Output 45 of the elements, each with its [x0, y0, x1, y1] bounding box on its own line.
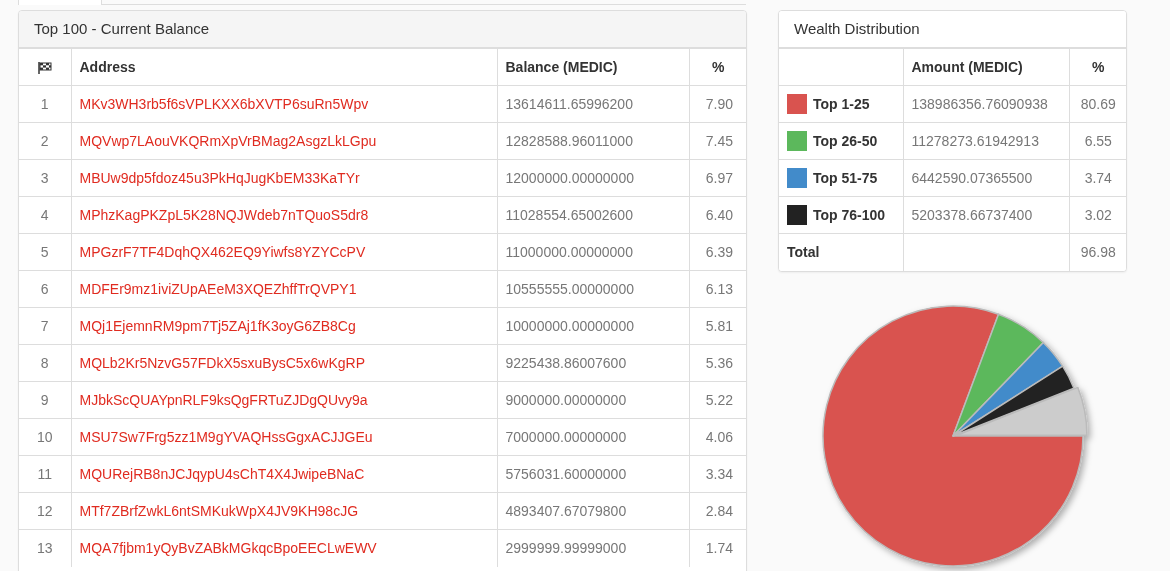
- rank-cell: 3: [19, 159, 71, 197]
- amount-cell: 6442590.07365500: [903, 159, 1069, 197]
- rank-cell: 13: [19, 529, 71, 567]
- balance-cell: 13614611.65996200: [497, 85, 689, 123]
- amount-cell: 11278273.61942913: [903, 122, 1069, 160]
- rank-cell: 5: [19, 233, 71, 271]
- rank-cell: 9: [19, 381, 71, 419]
- rank-cell: 10: [19, 418, 71, 456]
- column-header: Balance (MEDIC): [497, 48, 689, 86]
- rank-cell: 1: [19, 85, 71, 123]
- balance-cell: 12828588.96011000: [497, 122, 689, 160]
- panel-title: Wealth Distribution: [794, 18, 920, 39]
- amount-cell: 5203378.66737400: [903, 196, 1069, 234]
- panel-title: Top 100 - Current Balance: [34, 18, 210, 39]
- total-percent: 96.98: [1069, 233, 1126, 271]
- balance-cell: 10000000.00000000: [497, 307, 689, 345]
- column-header: Amount (MEDIC): [903, 48, 1069, 86]
- tab[interactable]: [18, 0, 102, 5]
- rank-cell: 6: [19, 270, 71, 308]
- balance-cell: 5756031.60000000: [497, 455, 689, 493]
- range-label: Top 1-25: [813, 95, 870, 112]
- balance-cell: 7000000.00000000: [497, 418, 689, 456]
- percent-cell: 1.74: [689, 529, 746, 567]
- balance-cell: 11028554.65002600: [497, 196, 689, 234]
- range-label: Top 51-75: [813, 169, 878, 186]
- amount-cell: 138986356.76090938: [903, 85, 1069, 123]
- rank-cell: 2: [19, 122, 71, 160]
- rank-cell: 8: [19, 344, 71, 382]
- balance-cell: 11000000.00000000: [497, 233, 689, 271]
- flag-icon: [37, 61, 52, 74]
- total-label: Total: [779, 233, 903, 271]
- range-label: Top 26-50: [813, 132, 878, 149]
- balance-cell: 4893407.67079800: [497, 492, 689, 530]
- balance-cell: 10555555.00000000: [497, 270, 689, 308]
- column-header: Address: [71, 48, 497, 86]
- rank-cell: 12: [19, 492, 71, 530]
- balance-cell: 12000000.00000000: [497, 159, 689, 197]
- rank-cell: 4: [19, 196, 71, 234]
- range-label: Top 76-100: [813, 206, 886, 223]
- rank-cell: 11: [19, 455, 71, 493]
- balance-cell: 9000000.00000000: [497, 381, 689, 419]
- balance-cell: 9225438.86007600: [497, 344, 689, 382]
- column-header: %: [689, 48, 746, 86]
- column-header: %: [1069, 48, 1126, 86]
- rank-cell: 7: [19, 307, 71, 345]
